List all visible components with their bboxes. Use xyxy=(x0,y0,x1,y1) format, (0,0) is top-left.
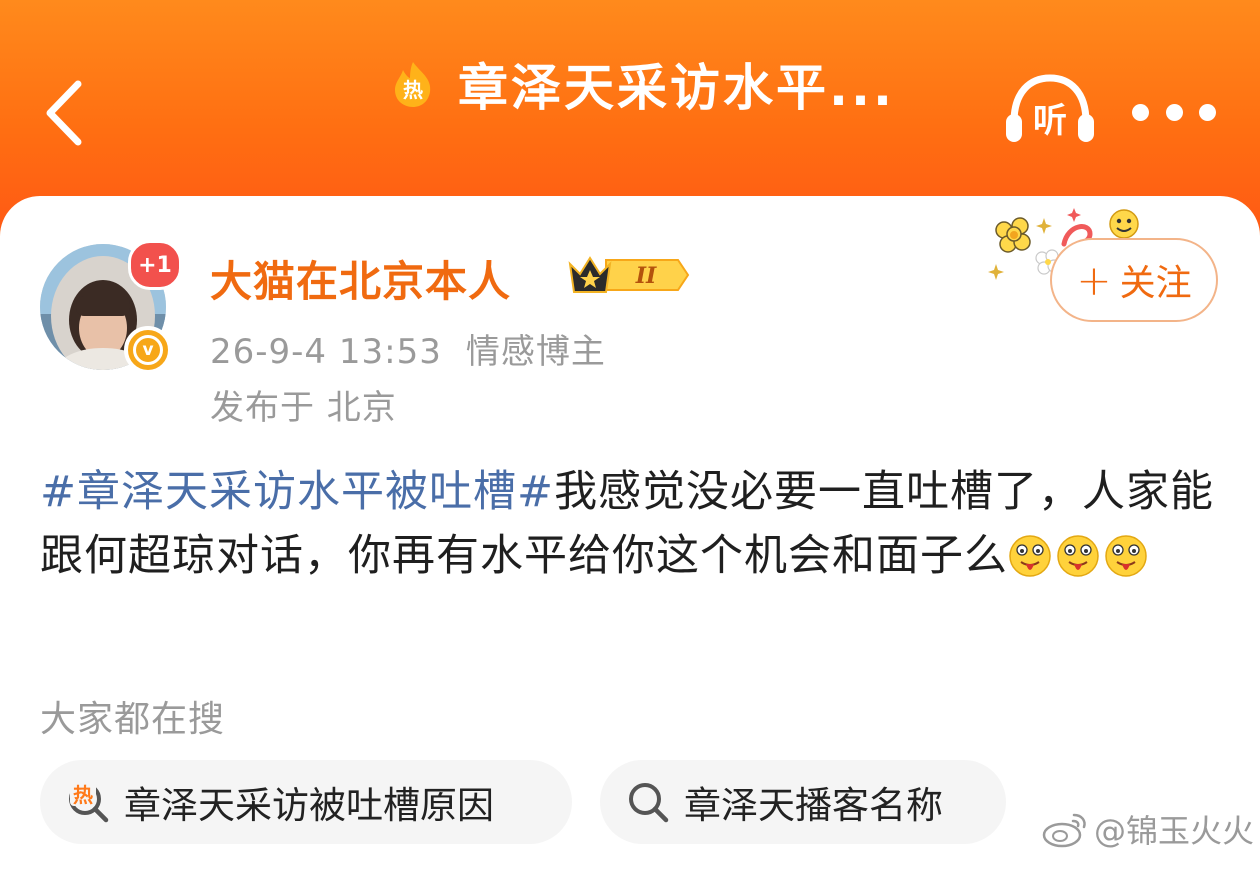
author-category: 情感博主 xyxy=(465,332,606,372)
post-location: 发布于 北京 xyxy=(210,388,397,428)
search-chip[interactable]: 章泽天播客名称 xyxy=(600,760,1006,844)
hot-icon: 热 xyxy=(390,60,436,108)
author-name[interactable]: 大猫在北京本人 xyxy=(210,248,511,309)
more-dot-icon xyxy=(1165,103,1183,121)
more-options-button[interactable] xyxy=(1132,92,1216,132)
follow-button[interactable]: + 关注 xyxy=(1050,238,1218,322)
watermark: @锦玉火火 xyxy=(1040,806,1254,852)
svg-text:热: 热 xyxy=(73,783,93,807)
post-text: #章泽天采访水平被吐槽#我感觉没必要一直吐槽了，人家能跟何超琼对话，你再有水平给… xyxy=(40,460,1230,588)
svg-text:热: 热 xyxy=(403,78,423,102)
hot-search-icon: 热 xyxy=(66,780,110,824)
plus-icon: + xyxy=(1076,255,1112,305)
verified-badge-icon: v xyxy=(124,326,172,374)
tongue-out-emoji-icon xyxy=(1104,532,1148,577)
hashtag-link[interactable]: #章泽天采访水平被吐槽# xyxy=(40,467,554,517)
svg-text:II: II xyxy=(635,263,657,289)
follow-label: 关注 xyxy=(1119,263,1192,304)
tongue-out-emoji-icon xyxy=(1056,532,1100,577)
search-chip-label: 章泽天采访被吐槽原因 xyxy=(124,784,494,827)
search-chip[interactable]: 热 章泽天采访被吐槽原因 xyxy=(40,760,572,844)
search-chip-label: 章泽天播客名称 xyxy=(684,784,943,827)
tongue-out-emoji-icon xyxy=(1008,532,1052,577)
svg-text:听: 听 xyxy=(1033,101,1067,141)
search-icon xyxy=(626,780,670,824)
notification-badge: +1 xyxy=(128,240,182,290)
post-timestamp: 26-9-4 13:53 xyxy=(210,332,442,372)
more-dot-icon xyxy=(1132,103,1149,121)
post-meta: 26-9-4 13:53 情感博主 xyxy=(210,324,606,373)
listen-button[interactable]: 听 xyxy=(1002,72,1098,148)
more-dot-icon xyxy=(1199,103,1216,121)
page-title: 章泽天采访水平... xyxy=(458,59,895,117)
vip-crown-icon[interactable]: II xyxy=(566,252,692,298)
back-button[interactable] xyxy=(40,78,100,148)
topic-title-bar: 热 章泽天采访水平... xyxy=(390,52,895,117)
watermark-text: @锦玉火火 xyxy=(1094,812,1255,850)
trending-searches-label: 大家都在搜 xyxy=(40,699,226,740)
headphones-icon: 听 xyxy=(1006,74,1094,142)
chevron-left-icon xyxy=(46,80,82,146)
weibo-logo-icon xyxy=(1042,813,1086,848)
